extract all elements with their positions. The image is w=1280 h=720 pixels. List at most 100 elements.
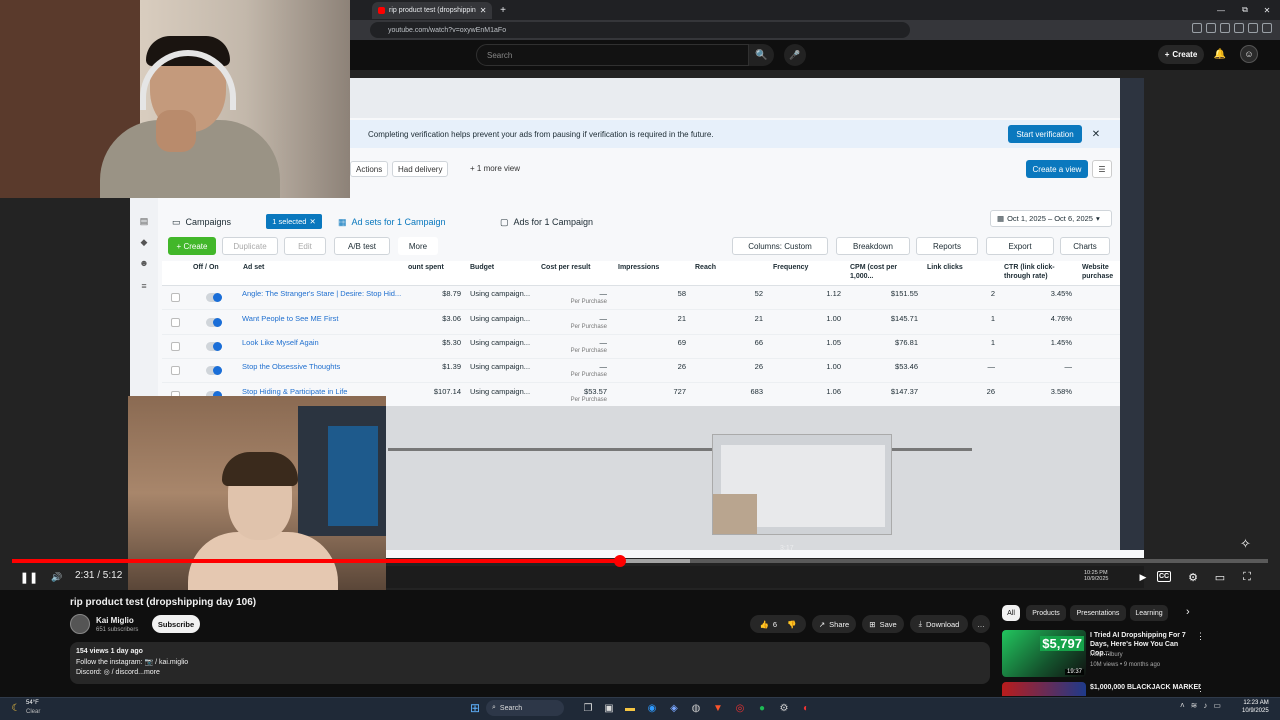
cell-cost-per-result-sub: Per Purchase [570,348,607,354]
col-link-clicks: Link clicks [927,264,963,271]
channel-name[interactable]: Kai Miglio [96,616,134,625]
cell-frequency: 1.00 [826,314,841,323]
edge-icon[interactable]: ◉ [644,700,660,716]
tab-campaigns-label: Campaigns [185,217,232,227]
channel-avatar[interactable] [70,614,90,634]
cell-cost-per-result: $53.57 [584,387,607,396]
save-button[interactable]: ⊞ Save [862,615,904,633]
recommended-channel[interactable]: Mark Tilbury [1090,652,1123,658]
captions-icon[interactable]: CC [1157,571,1171,582]
minimize-button[interactable]: — [1212,3,1230,17]
extension-icon[interactable] [1262,23,1272,33]
description-discord-line[interactable]: Discord: ◎ / discord...more [76,668,160,676]
app-icon[interactable]: ◎ [732,700,748,716]
thumbs-down-icon[interactable]: 👎 [787,620,796,629]
edit-button: Edit [284,237,326,255]
chip-presentations[interactable]: Presentations [1070,605,1126,621]
cell-amount-spent: $8.79 [442,289,461,298]
obs-icon[interactable]: ◐ [798,700,814,716]
search-input[interactable]: Search [476,44,772,66]
preview-webcam [713,494,757,534]
settings-gear-icon[interactable]: ⚙ [776,700,792,716]
volume-icon[interactable]: 🔊 [48,568,66,586]
recommended-thumbnail[interactable] [1002,682,1086,696]
speaker-icon[interactable]: ♪ [1203,701,1207,710]
notifications-bell-icon[interactable]: 🔔 [1212,46,1228,62]
account-avatar[interactable]: ☺ [1240,45,1258,63]
sparkle-icon[interactable]: ✧ [1240,536,1260,556]
more-actions-button[interactable]: … [972,615,990,633]
extension-icon[interactable] [1220,23,1230,33]
mic-icon[interactable]: 🎤 [784,44,806,66]
view-chip-actions: Actions [350,161,389,177]
date-range-label: Oct 1, 2025 – Oct 6, 2025 [1007,214,1093,223]
create-button[interactable]: + Create [1158,45,1204,64]
brave-icon[interactable]: ▼ [710,700,726,716]
extension-icon[interactable] [1248,23,1258,33]
row-toggle [206,293,222,302]
clock-time: 12:23 AM [1243,700,1269,706]
windows-search-box[interactable]: ⌕ Search [486,700,564,716]
kebab-menu-icon[interactable]: ⋮ [1196,631,1205,642]
widgets-icon[interactable]: ▣ [601,700,617,716]
video-duration: 19:37 [1064,669,1084,675]
recorded-taskbar [386,566,1144,588]
megaphone-icon: ◆ [140,236,148,247]
chip-learning[interactable]: Learning [1130,605,1168,621]
autoplay-toggle-icon[interactable]: ▶ [1134,568,1152,586]
description-box[interactable] [70,642,990,684]
app-icon[interactable]: ◍ [688,700,704,716]
chip-products[interactable]: Products [1026,605,1066,621]
fullscreen-icon[interactable]: ⛶ [1238,568,1256,586]
cell-reach: 21 [754,314,763,323]
recommended-title[interactable]: $1,000,000 BLACKJACK MARKERS AT THE BOOK [1090,683,1200,692]
chevron-right-icon[interactable]: › [1186,606,1190,618]
scrubber-handle[interactable] [613,555,626,567]
file-explorer-icon[interactable]: ▬ [622,700,638,716]
url-field[interactable]: youtube.com/watch?v=oxywEnM1aFo [370,22,910,38]
subscribe-button[interactable]: Subscribe [152,615,200,633]
col-cost-per-result: Cost per result [541,264,591,271]
spotify-icon[interactable]: ● [754,700,770,716]
weather-moon-icon[interactable]: ☾ [10,702,22,714]
tab-close-icon[interactable]: ✕ [480,6,487,15]
maximize-button[interactable]: ⧉ [1236,3,1254,17]
col-frequency: Frequency [773,264,809,271]
theater-mode-icon[interactable]: ▭ [1211,568,1229,586]
cell-ad-set-name: Stop Hiding & Participate in Life [242,387,348,396]
windows-start-icon[interactable]: ⊞ [468,701,482,715]
weather-desc: Clear [26,709,41,715]
tab-ads: ▢ Ads for 1 Campaign [500,211,593,233]
thumbs-up-icon[interactable]: 👍 [760,620,769,629]
bookmark-icon: ⊞ [869,619,876,629]
extension-icon[interactable] [1206,23,1216,33]
settings-gear-icon[interactable]: ⚙ [1184,568,1202,586]
new-tab-button[interactable]: + [497,3,509,17]
download-button[interactable]: ⤓ Download [910,615,968,633]
cell-link-clicks: 1 [990,314,995,323]
chip-all[interactable]: All [1002,605,1020,621]
clock-date: 10/9/2025 [1242,708,1269,714]
cell-impressions: 26 [677,362,686,371]
weather-temp[interactable]: 54°F [26,700,39,706]
chevron-up-icon[interactable]: ˄ [1180,701,1185,710]
pause-icon[interactable]: ❚❚ [20,568,38,586]
system-tray: ˄ ≋ ♪ ▭ [1180,701,1221,710]
system-clock[interactable]: 12:23 AM 10/9/2025 [1242,699,1269,715]
sliders-icon: ☰ [1092,160,1112,178]
folder-icon: ▭ [172,216,181,227]
task-view-icon[interactable]: ❐ [580,700,596,716]
url-text: youtube.com/watch?v=oxywEnM1aFo [388,26,507,34]
wifi-icon[interactable]: ≋ [1191,701,1198,710]
close-icon: ✕ [1091,128,1101,140]
recommended-thumbnail[interactable]: $5,797 19:37 [1002,630,1086,677]
extension-icon[interactable] [1234,23,1244,33]
kebab-menu-icon[interactable]: ⋮ [1196,683,1205,694]
store-icon[interactable]: ◈ [666,700,682,716]
battery-icon[interactable]: ▭ [1213,701,1221,710]
browser-tab[interactable]: rip product test (dropshippin ✕ [372,2,492,19]
extension-icon[interactable] [1192,23,1202,33]
share-button[interactable]: ↗ Share [812,615,856,633]
search-icon[interactable]: 🔍 [748,44,774,66]
close-window-button[interactable]: ✕ [1258,3,1276,17]
